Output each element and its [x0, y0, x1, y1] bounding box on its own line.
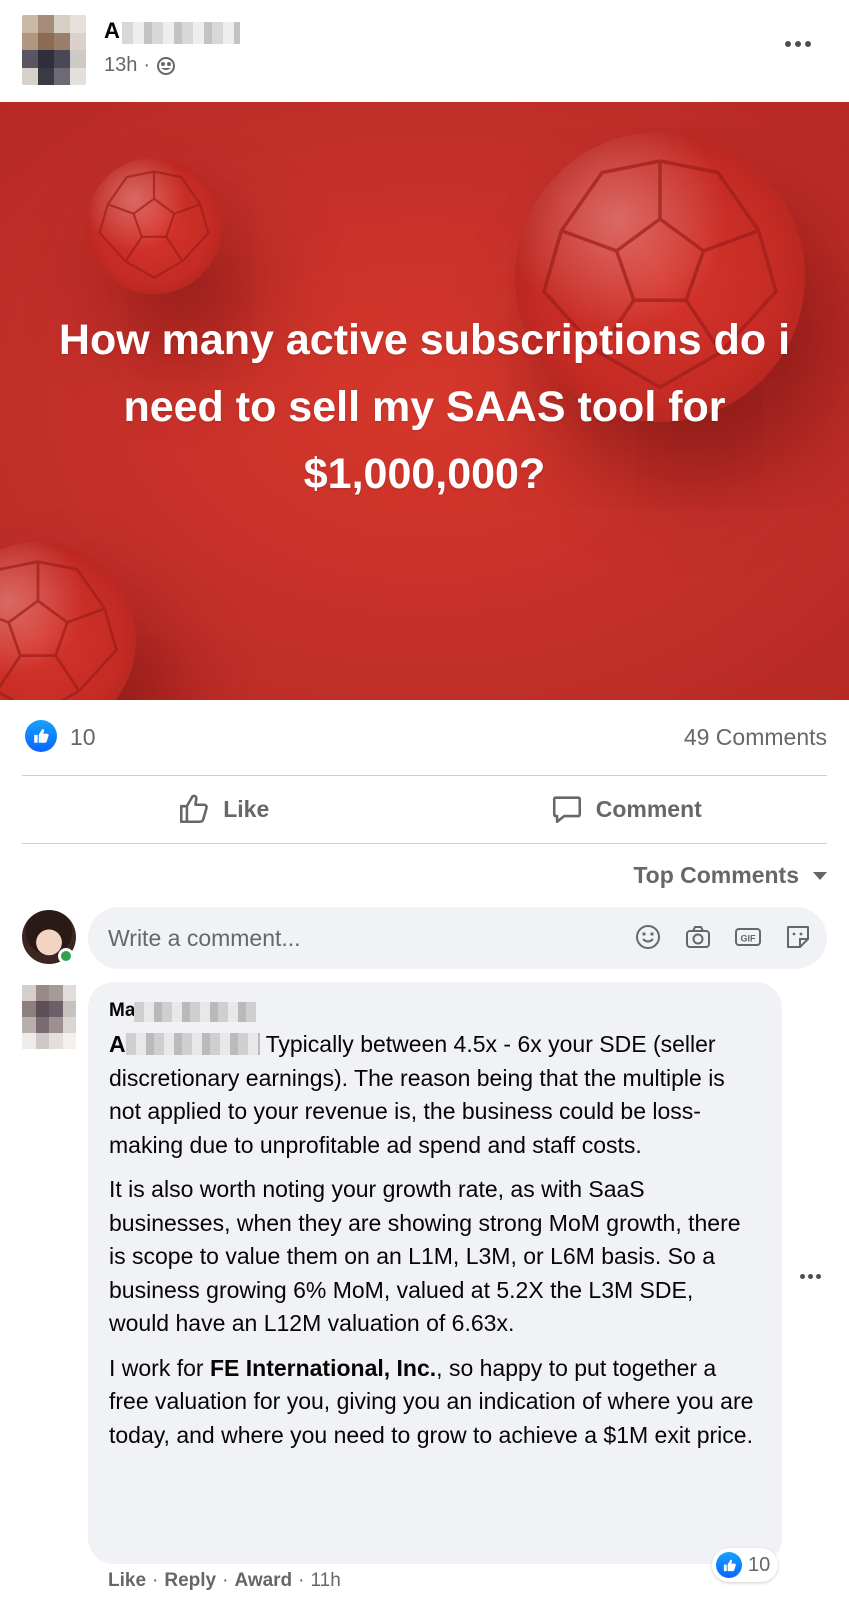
camera-icon[interactable] — [683, 922, 713, 952]
comment-author-redacted — [134, 1002, 256, 1022]
comment-reaction-count: 10 — [748, 1553, 771, 1576]
like-thumb-icon — [180, 794, 209, 824]
poster-name[interactable]: A — [104, 18, 120, 44]
like-button-label: Like — [223, 795, 270, 822]
comment-button[interactable]: Comment — [425, 775, 828, 843]
post-actions: Like Comment — [22, 775, 827, 843]
poster-avatar[interactable] — [22, 15, 86, 85]
online-status-indicator — [58, 948, 74, 964]
comment-reactions[interactable]: 10 — [712, 1548, 779, 1582]
gif-icon[interactable]: GIF — [733, 922, 763, 952]
comment-sort-dropdown[interactable]: Top Comments — [633, 862, 827, 889]
comment-bubble-icon — [552, 796, 581, 824]
comment-award-link[interactable]: Award — [234, 1570, 292, 1592]
soccer-ball-graphic — [0, 542, 136, 700]
comment-time[interactable]: 11h — [311, 1570, 341, 1592]
sort-label: Top Comments — [633, 862, 799, 888]
comment-paragraph: I work for FE International, Inc., so ha… — [109, 1354, 754, 1448]
post-header: A 13h · — [0, 0, 849, 102]
divider — [22, 843, 827, 844]
poster-name-redacted — [122, 22, 240, 44]
comment-composer[interactable]: GIF — [88, 907, 827, 969]
like-button[interactable]: Like — [22, 775, 425, 843]
sticker-icon[interactable] — [783, 922, 813, 952]
svg-text:GIF: GIF — [741, 934, 757, 944]
comment-count[interactable]: 49 Comments — [684, 724, 827, 751]
comment-body: A Typically between 4.5x - 6x your SDE (… — [109, 1028, 759, 1463]
more-options-icon[interactable] — [800, 1268, 828, 1284]
post-image[interactable]: How many active subscriptions do i need … — [0, 102, 849, 700]
comment-paragraph: A Typically between 4.5x - 6x your SDE (… — [109, 1028, 759, 1162]
post-image-text: How many active subscriptions do i need … — [58, 316, 791, 498]
comment-input[interactable] — [108, 907, 608, 969]
comment-actions: Like · Reply · Award · 11h — [108, 1570, 341, 1592]
like-reaction-icon[interactable] — [25, 720, 57, 752]
comment-like-link[interactable]: Like — [108, 1570, 146, 1592]
company-mention: FE International, Inc. — [209, 1354, 437, 1381]
meta-separator: · — [143, 54, 151, 76]
current-user-avatar[interactable] — [22, 910, 76, 964]
more-options-icon[interactable] — [780, 34, 816, 54]
comment-paragraph: It is also worth noting your growth rate… — [109, 1176, 741, 1336]
reaction-stats: 10 49 Comments — [0, 700, 849, 774]
soccer-ball-graphic — [86, 158, 222, 294]
post-time[interactable]: 13h — [104, 54, 137, 77]
emoji-icon[interactable] — [633, 922, 663, 952]
comment-button-label: Comment — [595, 795, 702, 822]
comment-author[interactable]: Ma — [109, 1000, 135, 1022]
like-reaction-icon — [716, 1552, 742, 1578]
caret-down-icon — [813, 871, 827, 880]
composer-tools: GIF — [633, 922, 813, 952]
comment-reply-link[interactable]: Reply — [164, 1570, 216, 1592]
globe-icon[interactable] — [156, 56, 176, 76]
commenter-avatar[interactable] — [22, 985, 76, 1049]
post-meta: 13h · — [104, 54, 176, 77]
tagged-user[interactable]: A — [109, 1031, 260, 1057]
like-count[interactable]: 10 — [70, 724, 96, 751]
comment-bubble: Ma A Typically between 4.5x - 6x your SD… — [88, 982, 782, 1564]
